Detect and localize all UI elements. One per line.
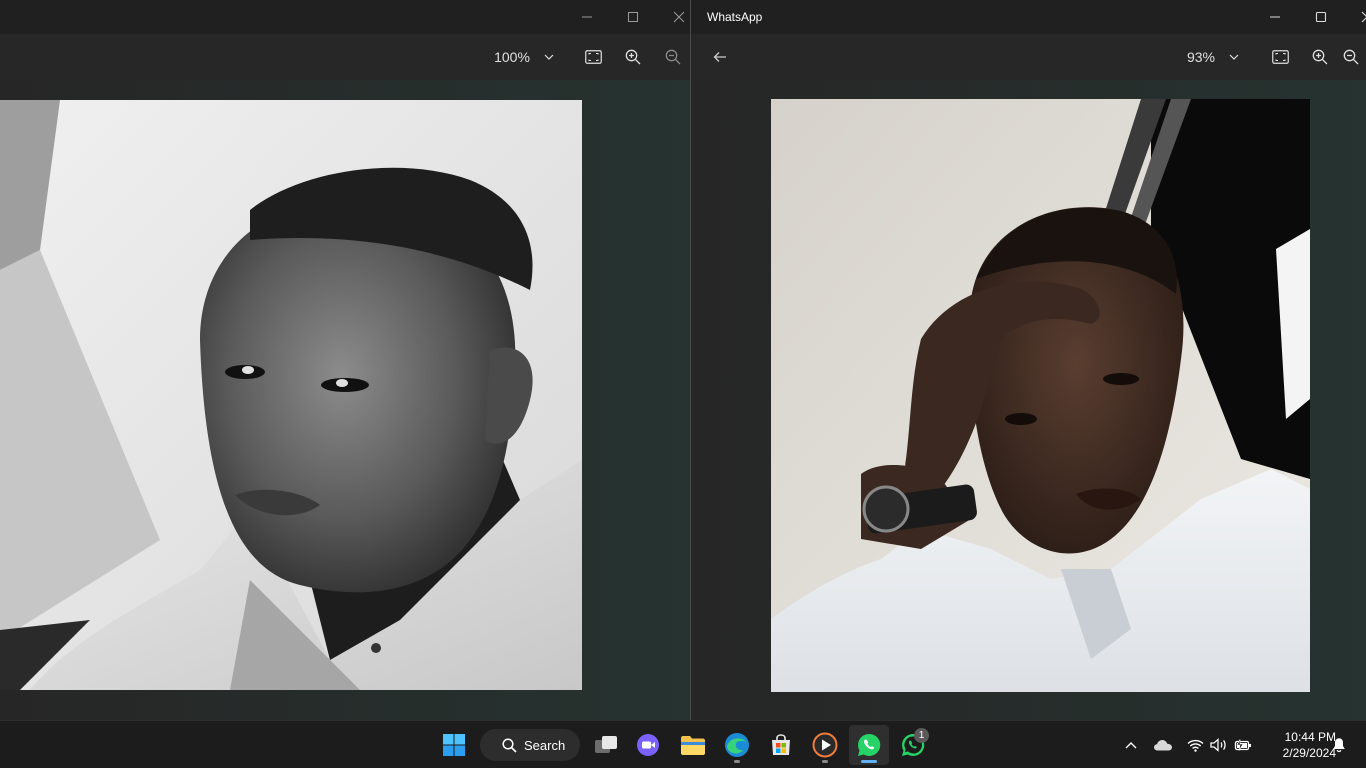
media-play-icon: [812, 732, 838, 758]
microsoft-store-app[interactable]: [761, 725, 801, 765]
active-indicator: [861, 760, 877, 763]
cloud-icon: [1154, 740, 1172, 751]
whatsapp-app[interactable]: [849, 725, 889, 765]
zoom-level: 93%: [1186, 49, 1216, 65]
close-icon: [673, 11, 685, 23]
clock-date-display[interactable]: 10:44 PM 2/29/2024: [1258, 729, 1336, 761]
back-arrow-icon: [713, 52, 726, 62]
search-label: Search: [524, 737, 566, 753]
store-icon: [772, 734, 790, 755]
video-call-icon: [637, 734, 659, 756]
back-button[interactable]: [703, 34, 737, 80]
speaker-icon: [1210, 738, 1226, 752]
maximize-button[interactable]: [1298, 0, 1344, 34]
wifi-icon: [1187, 739, 1203, 752]
start-button[interactable]: [434, 725, 474, 765]
fit-to-window-button[interactable]: [1263, 34, 1297, 80]
bell-icon: [1333, 738, 1345, 753]
close-icon: [1361, 11, 1366, 23]
left-photo-viewer-window: 100%: [0, 0, 690, 720]
file-explorer-app[interactable]: [673, 725, 713, 765]
minimize-button[interactable]: [564, 0, 610, 34]
battery-charging-icon: [1234, 739, 1251, 751]
zoom-dropdown[interactable]: 93%: [1179, 34, 1247, 80]
search-icon: [502, 737, 517, 753]
media-player-app[interactable]: [805, 725, 845, 765]
chevron-up-icon: [1125, 742, 1137, 749]
zoom-level: 100%: [494, 49, 530, 65]
clock-date: 2/29/2024: [1282, 746, 1336, 760]
task-view-icon: [595, 736, 617, 753]
whatsapp-portrait-photo: [771, 99, 1310, 692]
wifi-tray-icon[interactable]: [1184, 733, 1206, 757]
volume-tray-icon[interactable]: [1208, 733, 1230, 757]
fit-to-window-button[interactable]: [576, 34, 610, 80]
show-hidden-icons-button[interactable]: [1120, 733, 1142, 757]
minimize-icon: [582, 16, 592, 18]
left-portrait-photo: [0, 100, 582, 690]
task-view-button[interactable]: [586, 725, 626, 765]
zoom-out-icon: [1343, 49, 1359, 65]
notification-badge: 1: [914, 728, 929, 743]
close-button[interactable]: [656, 0, 690, 34]
clock-time: 10:44 PM: [1284, 730, 1336, 744]
zoom-in-icon: [1312, 49, 1328, 65]
whatsapp-photo-viewer-window: WhatsApp 93%: [691, 0, 1366, 720]
maximize-button[interactable]: [610, 0, 656, 34]
taskbar-search-box[interactable]: Search: [480, 729, 580, 761]
fit-to-window-icon: [584, 50, 602, 64]
taskbar: Search 1 10:44 PM 2/29/2024: [0, 720, 1366, 768]
whatsapp-beta-app[interactable]: 1: [893, 725, 933, 765]
onedrive-tray-icon[interactable]: [1151, 733, 1175, 757]
minimize-icon: [1270, 16, 1280, 18]
fit-to-window-icon: [1271, 50, 1289, 64]
windows-logo-icon: [443, 734, 465, 756]
zoom-dropdown[interactable]: 100%: [484, 34, 564, 80]
edge-browser-app[interactable]: [717, 725, 757, 765]
chevron-down-icon: [544, 54, 554, 60]
zoom-in-icon: [625, 49, 641, 65]
running-indicator: [734, 760, 740, 763]
zoom-in-button[interactable]: [616, 34, 650, 80]
zoom-out-button[interactable]: [1343, 34, 1366, 80]
close-button[interactable]: [1344, 0, 1366, 34]
notifications-button[interactable]: [1329, 733, 1349, 757]
window-title: WhatsApp: [707, 10, 763, 24]
maximize-icon: [1315, 11, 1327, 23]
zoom-out-button[interactable]: [656, 34, 690, 80]
whatsapp-icon: [858, 733, 881, 756]
folder-icon: [681, 736, 705, 755]
edge-icon: [725, 733, 749, 757]
zoom-in-button[interactable]: [1303, 34, 1337, 80]
minimize-button[interactable]: [1252, 0, 1298, 34]
battery-tray-icon[interactable]: [1232, 733, 1254, 757]
meet-video-app[interactable]: [628, 725, 668, 765]
zoom-out-icon: [665, 49, 681, 65]
maximize-icon: [628, 12, 638, 22]
running-indicator: [822, 760, 828, 763]
chevron-down-icon: [1229, 54, 1239, 60]
